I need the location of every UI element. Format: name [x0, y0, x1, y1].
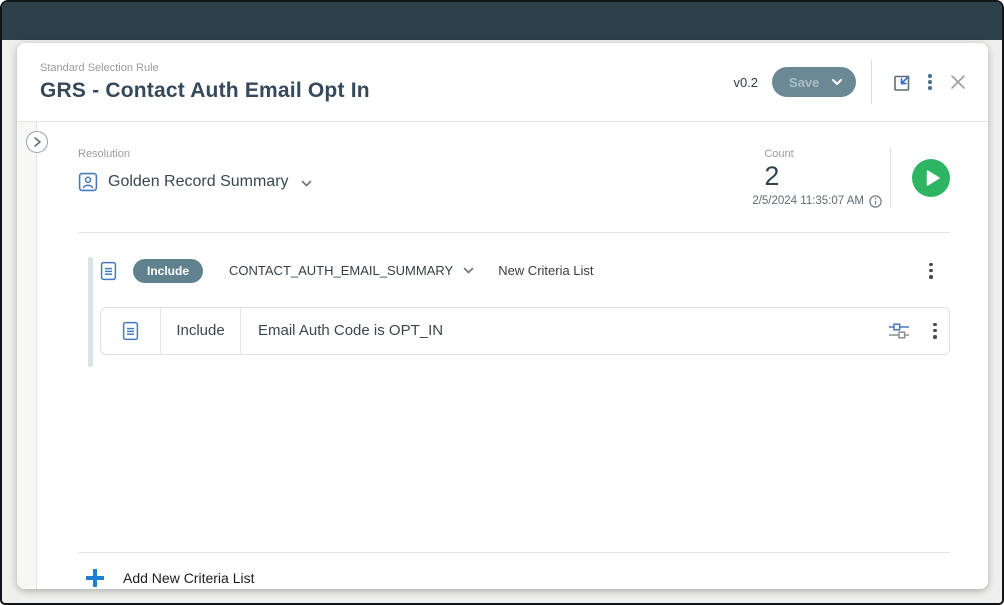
top-bar — [2, 2, 1002, 40]
table-name: CONTACT_AUTH_EMAIL_SUMMARY — [229, 263, 454, 279]
criteria-list-header: Include CONTACT_AUTH_EMAIL_SUMMARY New C… — [100, 255, 950, 287]
count-block: Count 2 2/5/2024 11:35:07 AM — [752, 148, 950, 208]
close-icon — [947, 71, 969, 93]
count-divider — [890, 148, 891, 208]
page-title: GRS - Contact Auth Email Opt In — [40, 79, 370, 102]
criteria-row[interactable]: Include Email Auth Code is OPT_IN — [100, 306, 950, 355]
criteria-description: Email Auth Code is OPT_IN — [258, 322, 444, 340]
chevron-down-icon — [831, 78, 843, 86]
sliders-icon — [888, 322, 910, 340]
plus-icon — [84, 567, 106, 589]
criteria-actions — [885, 319, 949, 343]
app-window: Standard Selection Rule GRS - Contact Au… — [0, 0, 1004, 605]
close-button[interactable] — [944, 68, 972, 96]
run-rule-button[interactable] — [912, 158, 950, 197]
resolution-block: Resolution Golden Record Summary — [78, 148, 312, 208]
count-label: Count — [764, 148, 794, 160]
save-button[interactable]: Save — [772, 67, 857, 97]
count-timestamp-row: 2/5/2024 11:35:07 AM — [752, 194, 882, 208]
add-criteria-list-label: Add New Criteria List — [123, 570, 255, 586]
page-background: Standard Selection Rule GRS - Contact Au… — [2, 40, 1002, 603]
rule-content: Resolution Golden Record Summary Count 2… — [37, 122, 988, 589]
add-criteria-list-button[interactable]: Add New Criteria List — [84, 567, 950, 589]
save-button-label: Save — [789, 74, 820, 90]
criteria-list-menu-button[interactable] — [926, 260, 936, 282]
header-actions: v0.2 Save — [733, 60, 972, 104]
count-stats: Count 2 2/5/2024 11:35:07 AM — [752, 148, 882, 208]
modal-body: Resolution Golden Record Summary Count 2… — [17, 122, 988, 589]
version-label: v0.2 — [733, 74, 759, 90]
info-icon[interactable] — [869, 194, 882, 208]
criteria-settings-button[interactable] — [885, 319, 913, 343]
edit-button[interactable] — [889, 69, 916, 96]
expand-panel-button[interactable] — [26, 131, 48, 153]
include-badge[interactable]: Include — [133, 258, 204, 283]
criteria-list-name[interactable]: New Criteria List — [498, 263, 593, 278]
modal-header: Standard Selection Rule GRS - Contact Au… — [17, 43, 988, 122]
section-divider — [78, 231, 950, 233]
collapsed-side-panel — [17, 122, 37, 589]
criteria-menu-button[interactable] — [930, 320, 940, 342]
document-icon — [100, 261, 117, 281]
document-icon — [122, 321, 139, 341]
kebab-menu-icon — [929, 262, 933, 279]
criteria-list-group: Include CONTACT_AUTH_EMAIL_SUMMARY New C… — [78, 255, 950, 367]
title-block: Standard Selection Rule GRS - Contact Au… — [40, 61, 370, 103]
kebab-menu-icon — [933, 322, 937, 339]
criteria-icon-cell — [101, 307, 161, 354]
chevron-right-icon — [31, 136, 43, 148]
chevron-down-icon — [301, 180, 312, 187]
more-options-button[interactable] — [925, 71, 935, 93]
kebab-menu-icon — [928, 74, 932, 90]
header-divider — [871, 60, 873, 104]
count-timestamp: 2/5/2024 11:35:07 AM — [752, 195, 864, 208]
resolution-label: Resolution — [78, 148, 130, 160]
resolution-value: Golden Record Summary — [108, 173, 289, 190]
person-icon — [78, 172, 98, 192]
edit-icon — [892, 72, 913, 93]
resolution-dropdown[interactable]: Golden Record Summary — [78, 172, 312, 192]
table-dropdown[interactable]: CONTACT_AUTH_EMAIL_SUMMARY — [229, 263, 474, 278]
criteria-operator: Include — [161, 307, 241, 354]
selection-rule-modal: Standard Selection Rule GRS - Contact Au… — [17, 43, 988, 589]
group-indent-bar — [88, 256, 93, 367]
rule-type-label: Standard Selection Rule — [40, 62, 159, 74]
chevron-down-icon — [463, 267, 474, 274]
count-value: 2 — [764, 161, 780, 191]
footer-divider — [78, 552, 950, 553]
resolution-count-row: Resolution Golden Record Summary Count 2… — [78, 122, 950, 208]
play-icon — [926, 170, 940, 186]
